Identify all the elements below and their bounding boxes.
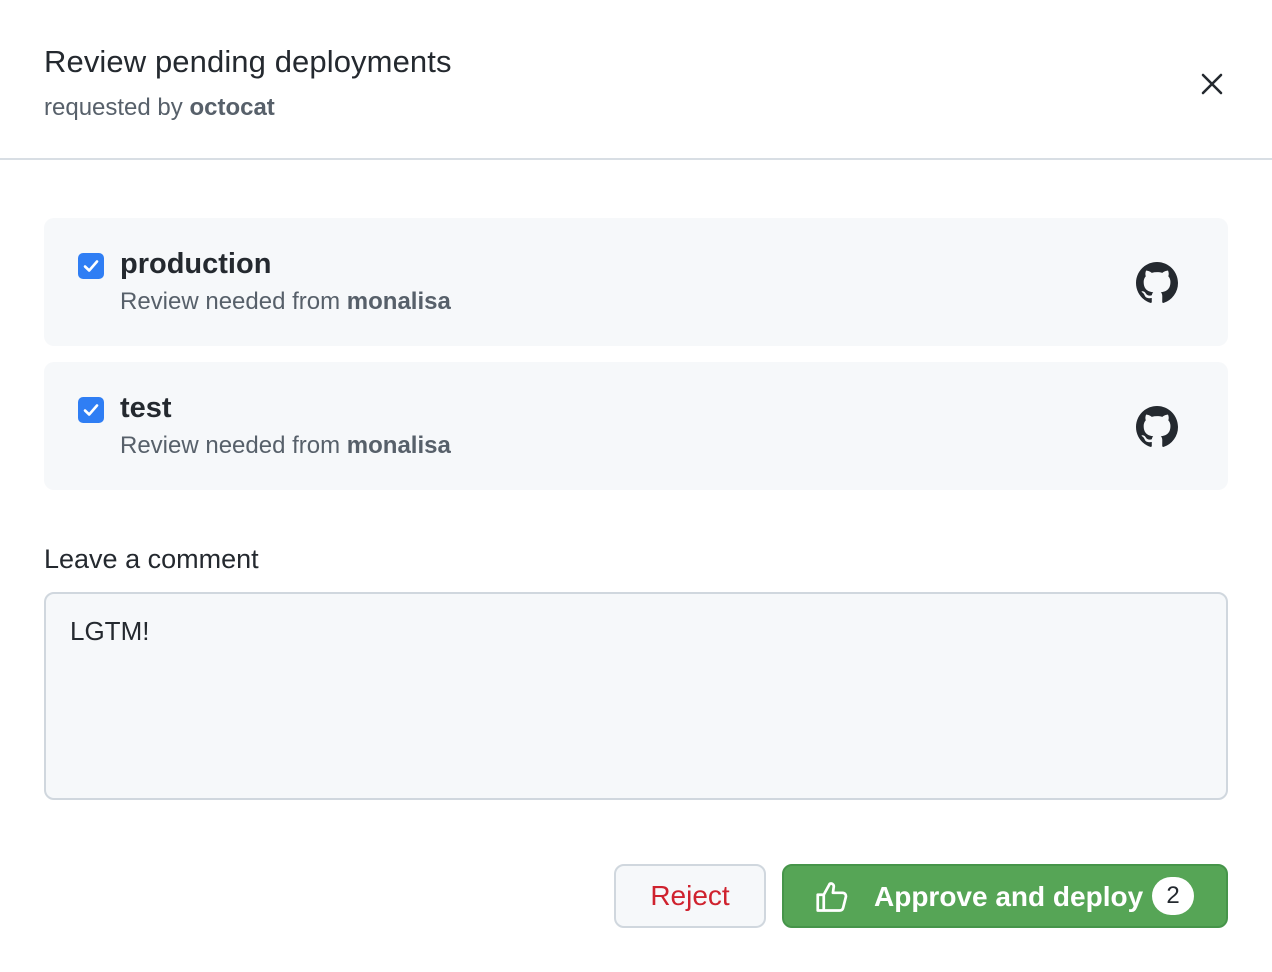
thumbs-up-icon xyxy=(816,882,848,912)
checkmark-icon xyxy=(83,404,99,416)
comment-textarea[interactable]: LGTM! xyxy=(44,592,1228,800)
environment-card-production: production Review needed from monalisa xyxy=(44,218,1228,346)
approve-label: Approve and deploy xyxy=(874,881,1144,912)
github-icon xyxy=(1136,262,1178,303)
dialog-subtitle: requested by octocat xyxy=(44,94,275,122)
comment-label: Leave a comment xyxy=(44,544,259,574)
reviewer-name[interactable]: monalisa xyxy=(347,288,451,315)
dialog-title: Review pending deployments xyxy=(44,44,452,79)
review-needed-text: Review needed from xyxy=(120,432,341,459)
environment-description: Review needed from monalisa xyxy=(120,288,451,316)
environment-description: Review needed from monalisa xyxy=(120,432,451,460)
close-button[interactable] xyxy=(1192,64,1232,104)
environment-name: test xyxy=(120,392,172,424)
review-deployments-dialog: Review pending deployments requested by … xyxy=(0,0,1272,972)
approve-count-badge: 2 xyxy=(1152,877,1194,915)
requester-name[interactable]: octocat xyxy=(189,94,274,121)
environment-checkbox[interactable] xyxy=(78,253,104,279)
environment-name: production xyxy=(120,248,272,280)
approve-and-deploy-button[interactable]: Approve and deploy 2 xyxy=(782,864,1228,928)
checkmark-icon xyxy=(83,260,99,272)
close-icon xyxy=(1201,73,1223,95)
review-needed-text: Review needed from xyxy=(120,288,341,315)
reviewer-name[interactable]: monalisa xyxy=(347,432,451,459)
github-icon xyxy=(1136,406,1178,447)
subtitle-prefix: requested by xyxy=(44,94,183,121)
dialog-header: Review pending deployments requested by … xyxy=(0,0,1272,160)
reject-button[interactable]: Reject xyxy=(614,864,766,928)
environment-card-test: test Review needed from monalisa xyxy=(44,362,1228,490)
environment-checkbox[interactable] xyxy=(78,397,104,423)
